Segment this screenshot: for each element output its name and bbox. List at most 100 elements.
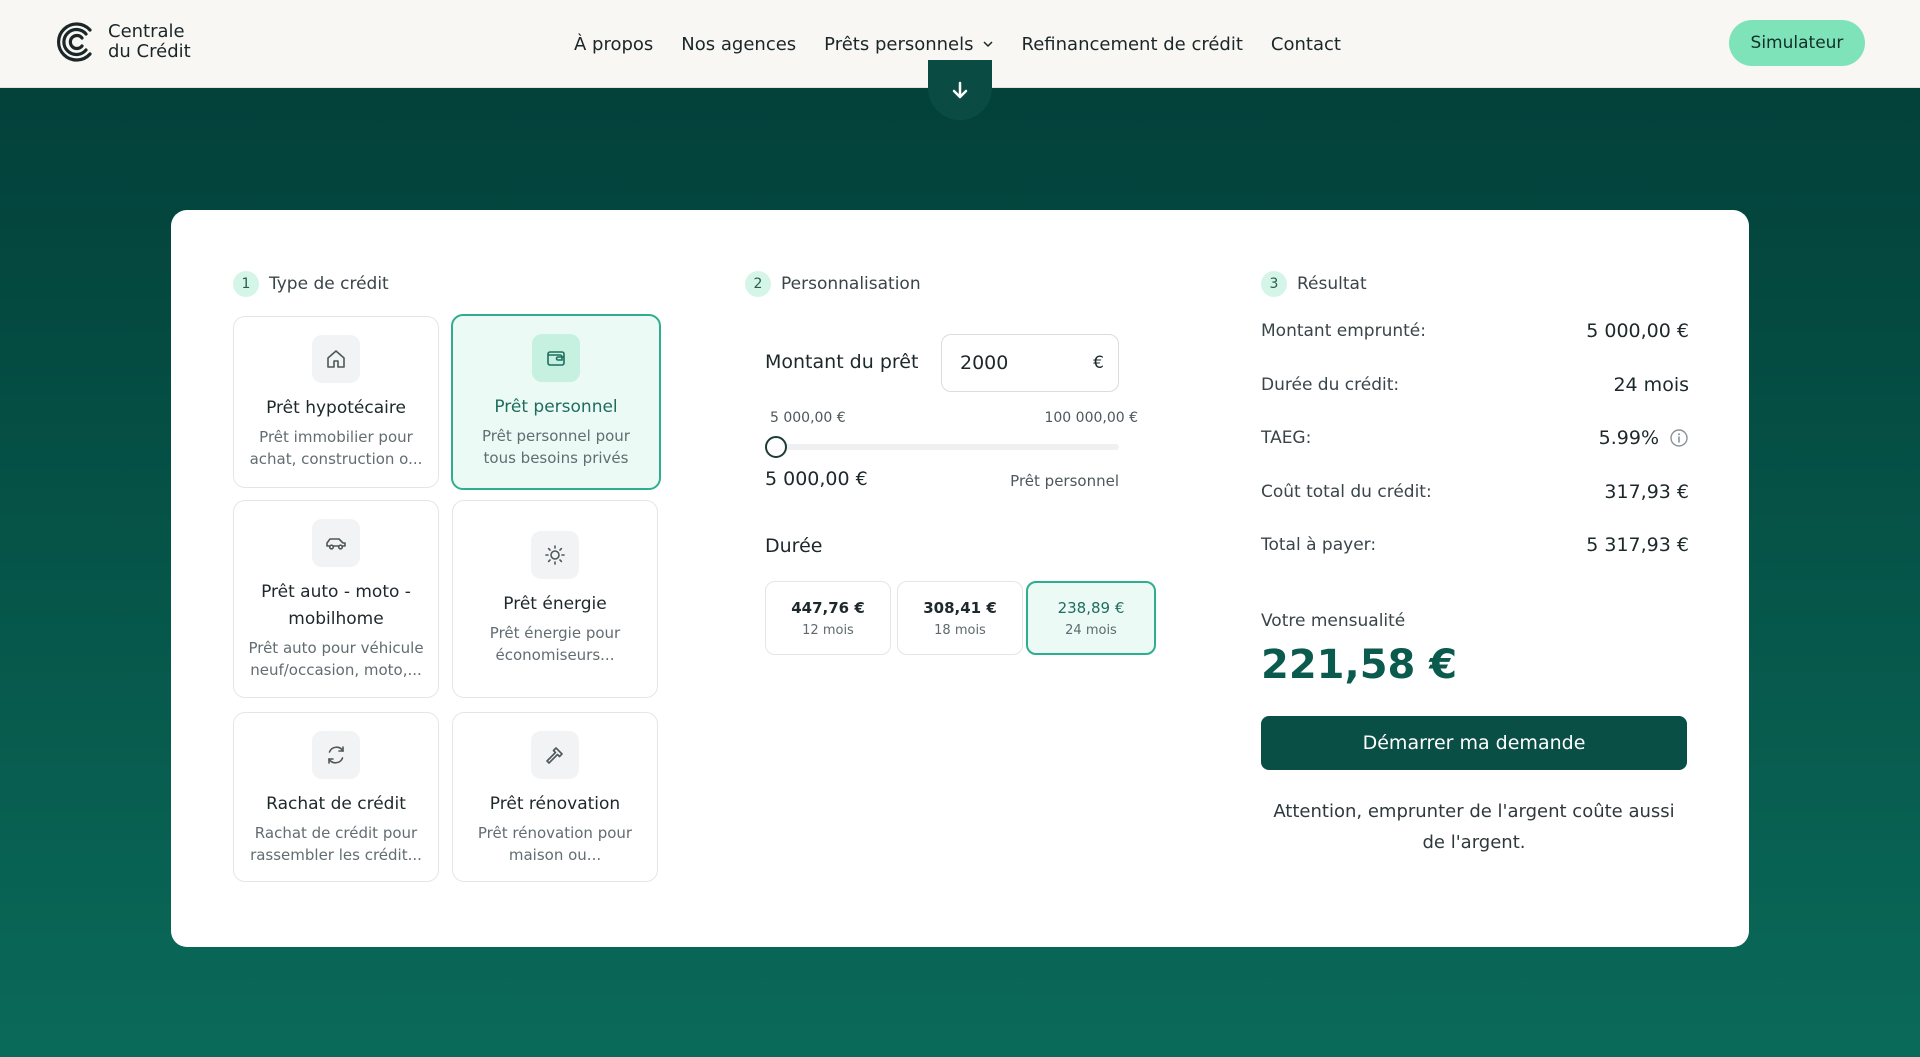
tile-desc-line1: Prêt rénovation pour xyxy=(477,824,633,842)
duration-option-24[interactable]: 238,89 € 24 mois xyxy=(1026,581,1156,655)
tile-pret-auto[interactable]: Prêt auto - moto - mobilhome Prêt auto p… xyxy=(233,500,439,698)
amount-slider-thumb[interactable] xyxy=(765,436,787,458)
nav-nos-agences[interactable]: Nos agences xyxy=(681,34,796,55)
monthly-payment-label: Votre mensualité xyxy=(1261,611,1406,631)
range-min-label: 5 000,00 € xyxy=(770,410,846,426)
duration-label: Durée xyxy=(765,535,823,557)
duration-amount: 238,89 € xyxy=(1057,598,1125,617)
tile-title: Rachat de crédit xyxy=(266,794,406,814)
arrow-down-icon xyxy=(952,81,968,99)
logo-line1: Centrale xyxy=(108,21,185,42)
nav-contact[interactable]: Contact xyxy=(1271,34,1341,55)
result-label: Coût total du crédit: xyxy=(1261,482,1432,502)
car-icon xyxy=(326,538,346,550)
result-row-duree: Durée du crédit: 24 mois xyxy=(1261,374,1689,396)
duration-option-18[interactable]: 308,41 € 18 mois xyxy=(897,581,1023,655)
tile-title: Prêt hypotécaire xyxy=(266,398,406,418)
tile-desc-line1: Prêt immobilier pour xyxy=(259,428,413,446)
result-row-cout-total: Coût total du crédit: 317,93 € xyxy=(1261,481,1689,503)
tile-icon-box xyxy=(532,334,580,382)
nav-prets-personnels-label: Prêts personnels xyxy=(824,33,974,55)
logo[interactable]: Centrale du Crédit xyxy=(54,20,191,64)
monthly-payment-value: 221,58 € xyxy=(1261,642,1458,688)
tile-icon-box xyxy=(312,731,360,779)
duration-months: 12 mois xyxy=(802,622,854,638)
tile-desc-line2: achat, construction o... xyxy=(249,450,423,468)
duration-months: 18 mois xyxy=(934,622,986,638)
result-label: TAEG: xyxy=(1261,428,1312,448)
logo-text: Centrale du Crédit xyxy=(108,22,191,62)
nav-prets-personnels[interactable]: Prêts personnels xyxy=(824,34,993,55)
step-3-title: Résultat xyxy=(1297,274,1367,294)
currency-symbol: € xyxy=(1093,353,1104,373)
step-3-header: 3 Résultat xyxy=(1261,271,1367,297)
result-label: Total à payer: xyxy=(1261,535,1377,555)
step-2-number: 2 xyxy=(745,271,771,297)
step-1-number: 1 xyxy=(233,271,259,297)
amount-slider-track[interactable] xyxy=(765,444,1119,450)
logo-icon xyxy=(57,22,92,62)
result-value: 24 mois xyxy=(1613,374,1689,396)
nav-refinancement[interactable]: Refinancement de crédit xyxy=(1022,34,1243,55)
tile-desc-line2: rassembler les crédit... xyxy=(250,846,422,864)
slider-loan-type: Prêt personnel xyxy=(1010,472,1119,490)
step-2-title: Personnalisation xyxy=(781,274,921,294)
tile-title: Prêt auto - moto - mobilhome xyxy=(247,579,425,633)
tile-title: Prêt énergie xyxy=(503,594,607,614)
info-icon[interactable] xyxy=(1669,428,1689,448)
step-1-header: 1 Type de crédit xyxy=(233,271,389,297)
tile-pret-energie[interactable]: Prêt énergie Prêt énergie pour économise… xyxy=(452,500,658,698)
tile-desc: Prêt rénovation pour maison ou... xyxy=(464,822,646,866)
step-1-title: Type de crédit xyxy=(269,274,389,294)
tile-desc: Prêt auto pour véhicule neuf/occasion, m… xyxy=(234,637,437,681)
tile-title-line2: mobilhome xyxy=(288,609,384,629)
loan-amount-field[interactable]: € xyxy=(941,334,1119,392)
step-2-header: 2 Personnalisation xyxy=(745,271,921,297)
hammer-icon xyxy=(546,747,563,764)
tile-desc-line2: tous besoins privés xyxy=(483,449,629,467)
result-value: 317,93 € xyxy=(1604,481,1689,503)
tile-icon-box xyxy=(531,731,579,779)
tile-desc-line2: neuf/occasion, moto,... xyxy=(250,661,422,679)
tile-desc: Prêt énergie pour économiseurs... xyxy=(476,622,634,666)
tile-desc-line1: Prêt énergie pour xyxy=(489,624,621,642)
tile-desc-line1: Prêt personnel pour xyxy=(482,427,630,445)
result-row-montant: Montant emprunté: 5 000,00 € xyxy=(1261,320,1689,342)
result-label: Montant emprunté: xyxy=(1261,321,1426,341)
loan-amount-input[interactable] xyxy=(960,352,1080,374)
scroll-down-button[interactable] xyxy=(928,60,992,120)
result-value: 5 317,93 € xyxy=(1586,534,1689,556)
range-max-label: 100 000,00 € xyxy=(1044,410,1138,426)
tile-icon-box xyxy=(531,531,579,579)
start-application-button[interactable]: Démarrer ma demande xyxy=(1261,716,1687,770)
tile-title-line1: Prêt auto - moto - xyxy=(261,582,411,602)
simulateur-button[interactable]: Simulateur xyxy=(1729,20,1865,66)
step-3-number: 3 xyxy=(1261,271,1287,297)
chevron-down-icon xyxy=(982,41,993,48)
slider-current-value: 5 000,00 € xyxy=(765,468,868,490)
duration-amount: 308,41 € xyxy=(923,598,997,617)
result-value: 5 000,00 € xyxy=(1586,320,1689,342)
result-row-total-payer: Total à payer: 5 317,93 € xyxy=(1261,534,1689,556)
tile-icon-box xyxy=(312,335,360,383)
duration-option-12[interactable]: 447,76 € 12 mois xyxy=(765,581,891,655)
tile-desc-line2: économiseurs... xyxy=(495,646,615,664)
loan-amount-label: Montant du prêt xyxy=(765,351,919,373)
tile-pret-renovation[interactable]: Prêt rénovation Prêt rénovation pour mai… xyxy=(452,712,658,882)
logo-line2: du Crédit xyxy=(108,41,191,62)
tile-desc-line1: Prêt auto pour véhicule xyxy=(248,639,424,657)
nav-a-propos[interactable]: À propos xyxy=(574,34,653,55)
refresh-icon xyxy=(328,746,344,764)
result-value: 5.99% xyxy=(1598,427,1659,449)
tile-title: Prêt rénovation xyxy=(489,794,621,814)
tile-desc-line2: maison ou... xyxy=(508,846,602,864)
simulator-card: 1 Type de crédit Prêt hypotécaire Prêt i… xyxy=(171,210,1749,947)
tile-desc: Prêt immobilier pour achat, construction… xyxy=(236,426,437,470)
tile-pret-hypotecaire[interactable]: Prêt hypotécaire Prêt immobilier pour ac… xyxy=(233,316,439,488)
tile-rachat-credit[interactable]: Rachat de crédit Rachat de crédit pour r… xyxy=(233,712,439,882)
duration-months: 24 mois xyxy=(1065,622,1117,638)
legal-warning: Attention, emprunter de l'argent coûte a… xyxy=(1273,801,1675,853)
tile-pret-personnel[interactable]: Prêt personnel Prêt personnel pour tous … xyxy=(451,314,661,490)
tile-desc: Prêt personnel pour tous besoins privés xyxy=(468,425,644,469)
sun-icon xyxy=(545,545,565,565)
